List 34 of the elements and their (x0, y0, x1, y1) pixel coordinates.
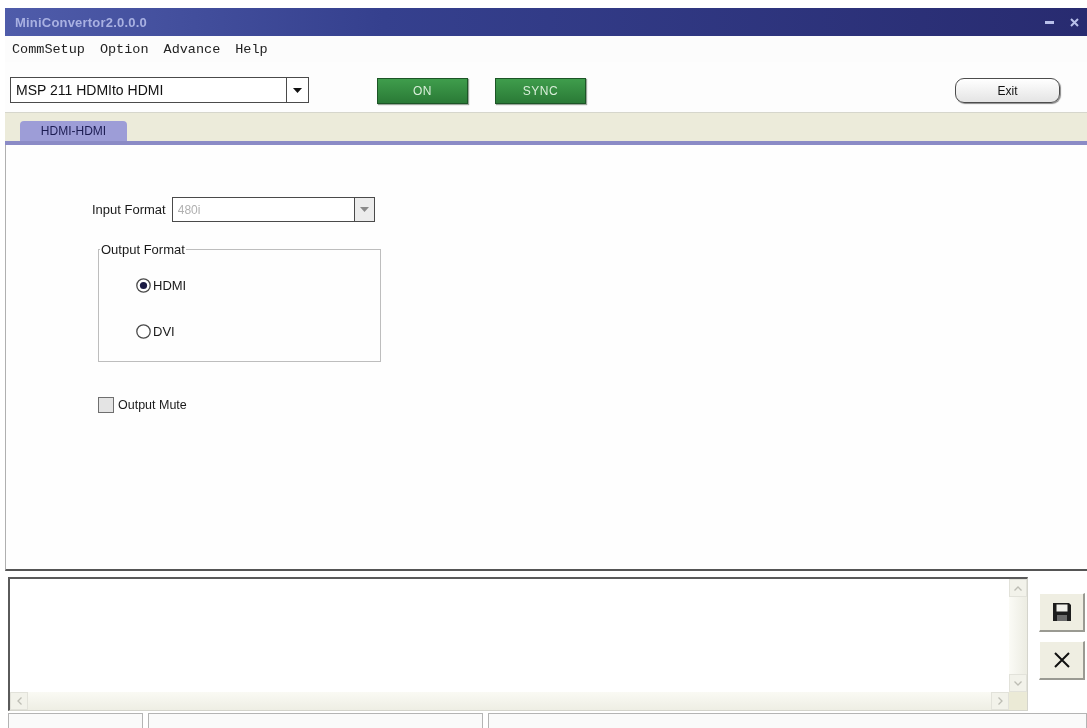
radio-option[interactable]: HDMI (136, 278, 187, 293)
save-button[interactable] (1039, 593, 1085, 632)
exit-button[interactable]: Exit (955, 78, 1060, 103)
close-icon (1053, 652, 1070, 668)
indicator-button[interactable]: ON (377, 78, 468, 104)
menu-item[interactable]: Option (99, 41, 149, 57)
close-button[interactable] (1039, 641, 1085, 680)
minimize-icon[interactable] (1045, 20, 1054, 24)
scroll-down-button[interactable] (1009, 674, 1027, 692)
scroll-up-button[interactable] (1009, 579, 1027, 597)
tab[interactable]: HDMI-HDMI (20, 121, 127, 141)
close-icon[interactable] (1070, 17, 1079, 27)
device-dropdown[interactable]: MSP 211 HDMIto HDMI (10, 77, 309, 103)
menu-item[interactable]: Help (235, 41, 268, 57)
caret-down-icon (293, 87, 302, 93)
vertical-scrollbar[interactable] (1009, 579, 1027, 692)
window-title: MiniConvertor2.0.0.0 (15, 14, 147, 30)
horizontal-scrollbar[interactable] (10, 692, 1009, 710)
log-area[interactable] (8, 577, 1028, 711)
menu-item[interactable]: Advance (163, 41, 221, 57)
chevron-up-icon (1014, 585, 1022, 591)
save-icon (1052, 603, 1071, 621)
chevron-left-icon (16, 697, 22, 705)
chevron-down-icon (1014, 680, 1022, 686)
radio-option[interactable]: DVI (136, 324, 175, 339)
chevron-right-icon (997, 697, 1003, 705)
scrollbar-corner (1009, 692, 1027, 710)
checkbox-option[interactable]: Output Mute (98, 397, 187, 413)
menu-item[interactable]: CommSetup (12, 41, 85, 57)
caret-down-icon (359, 207, 369, 212)
field-label: Input Format (92, 202, 166, 217)
group-title: Output Format (100, 242, 186, 257)
scroll-right-button[interactable] (991, 692, 1009, 710)
scroll-left-button[interactable] (10, 692, 28, 710)
